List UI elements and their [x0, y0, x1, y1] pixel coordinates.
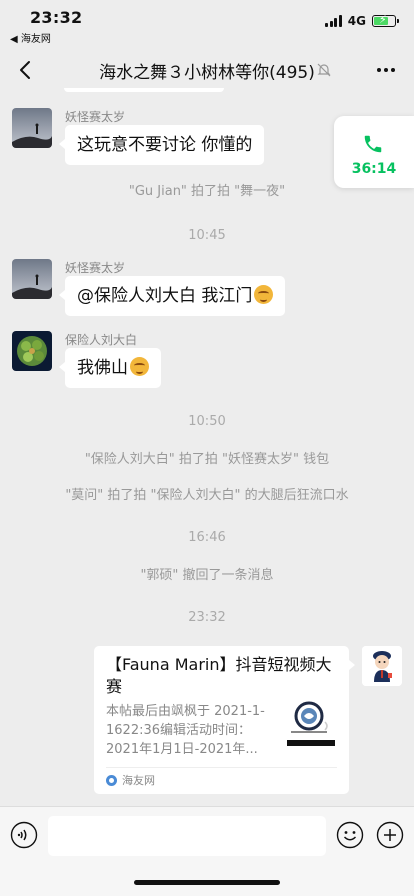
system-message: "莫问" 拍了拍 "保险人刘大白" 的大腿后狂流口水: [65, 488, 349, 503]
signal-icon: [325, 15, 342, 27]
link-card[interactable]: 【Fauna Marin】抖音短视频大赛 本帖最后由飒枫于 2021-1-162…: [94, 646, 355, 794]
card-title: 【Fauna Marin】抖音短视频大赛: [106, 655, 332, 696]
sender-name: 保险人刘大白: [65, 333, 138, 347]
my-avatar[interactable]: [362, 646, 402, 686]
plus-icon[interactable]: [376, 821, 404, 849]
timestamp: 10:50: [188, 414, 226, 429]
message-bubble[interactable]: 我佛山: [59, 348, 161, 388]
system-message: "郭硕" 撤回了一条消息: [140, 568, 274, 583]
battery-icon: ⚡: [372, 13, 399, 27]
chat-title: 海水之舞３小树林等你(495): [99, 63, 315, 83]
system-message: "保险人刘大白" 拍了拍 "妖怪赛太岁" 钱包: [84, 452, 330, 467]
avatar[interactable]: [12, 259, 52, 299]
card-thumbnail: [285, 698, 337, 750]
back-to-app-link[interactable]: ◀ 海友网: [10, 30, 51, 45]
mute-icon: [317, 63, 331, 77]
call-widget[interactable]: 36:14: [342, 123, 406, 181]
message-input[interactable]: [48, 816, 326, 856]
emoji-icon[interactable]: [336, 821, 364, 849]
sender-name: 妖怪赛太岁: [65, 261, 126, 275]
message-text: @保险人刘大白 我江门: [77, 286, 253, 306]
card-description: 本帖最后由飒枫于 2021-1-1622:36编辑活动时间：2021年1月1日-…: [106, 704, 265, 757]
sender-name: 妖怪赛太岁: [65, 110, 126, 124]
message-bubble[interactable]: @保险人刘大白 我江门: [58, 276, 286, 316]
timestamp: 23:32: [188, 610, 226, 625]
avatar[interactable]: [12, 108, 52, 148]
network-label: 4G: [347, 14, 366, 28]
card-source: 海友网: [106, 772, 155, 788]
message-bubble[interactable]: 这玩意不要讨论 你懂的: [58, 125, 265, 165]
angry-emoji-icon: [130, 357, 149, 376]
message-text: 我佛山: [77, 358, 128, 378]
call-duration: 36:14: [351, 161, 397, 177]
timestamp: 16:46: [188, 530, 226, 545]
voice-icon[interactable]: [10, 821, 38, 849]
avatar[interactable]: [12, 331, 52, 371]
status-time: 23:32: [30, 8, 83, 27]
home-indicator[interactable]: [134, 880, 280, 885]
status-indicators: 4G ⚡: [325, 13, 399, 28]
phone-icon: [364, 135, 382, 153]
call-floating-window[interactable]: 36:14: [334, 116, 414, 188]
source-app-icon: [106, 774, 117, 786]
more-icon[interactable]: [374, 58, 398, 82]
status-bar: 23:32 ◀ 海友网 4G ⚡: [0, 0, 414, 45]
angry-emoji-icon: [254, 285, 274, 304]
card-source-label: 海友网: [122, 774, 155, 787]
card-divider: [106, 767, 337, 768]
previous-message-bubble: [64, 88, 224, 92]
timestamp: 10:45: [188, 228, 226, 243]
